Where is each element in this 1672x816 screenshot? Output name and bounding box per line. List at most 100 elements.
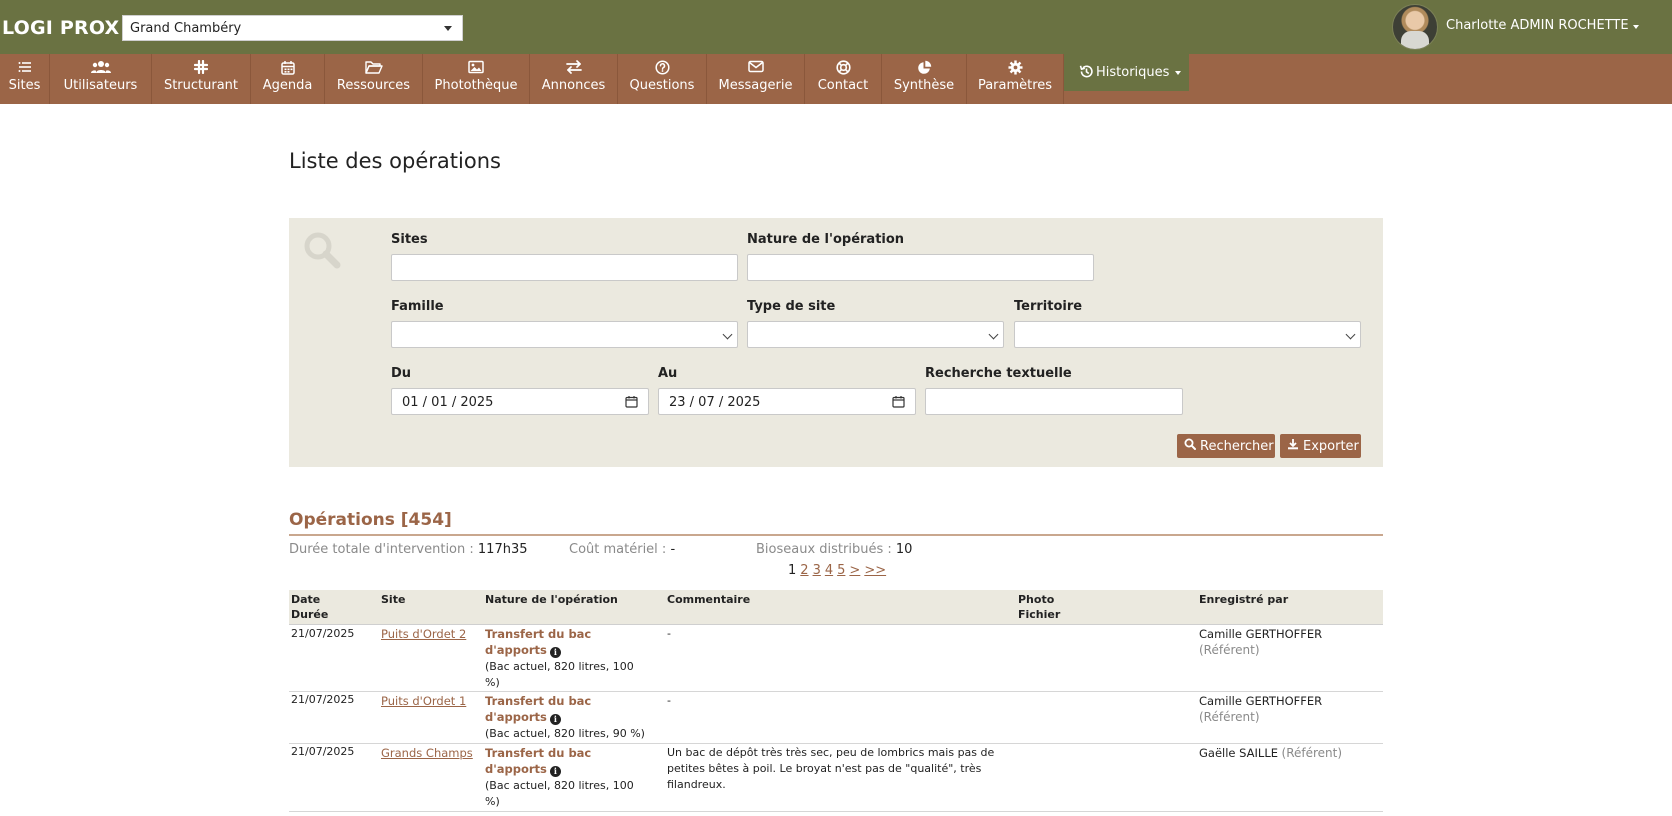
row-comment: - xyxy=(667,627,671,640)
top-bar: LOGI PROX - Grand Chambéry Charlotte ADM… xyxy=(0,0,1672,54)
info-icon[interactable]: i xyxy=(549,766,561,777)
column-date[interactable]: Date Durée xyxy=(291,592,328,622)
nav-item-synthese[interactable]: Synthèse xyxy=(882,54,967,104)
stat-cout-label: Coût matériel : xyxy=(569,542,667,557)
caret-down-icon xyxy=(1175,71,1181,75)
main-nav: Sites Utilisateurs Structurant Agenda Re… xyxy=(0,54,1672,104)
row-site-link[interactable]: Grands Champs xyxy=(381,745,473,762)
nav-label: Agenda xyxy=(262,78,313,93)
nav-item-ressources[interactable]: Ressources xyxy=(325,54,423,104)
folder-icon xyxy=(325,60,422,76)
calendar-icon[interactable] xyxy=(625,395,638,412)
history-icon xyxy=(1079,64,1094,83)
pie-chart-icon xyxy=(882,60,966,76)
nav-item-parametres[interactable]: Paramètres xyxy=(967,54,1064,104)
date-from-label: Du xyxy=(391,366,412,381)
info-icon[interactable]: i xyxy=(549,714,561,725)
nav-item-historiques[interactable]: Historiques xyxy=(1064,54,1189,91)
table-row: 21/07/2025 Puits d'Ordet 1 Transfert du … xyxy=(289,692,1383,744)
organization-select[interactable]: Grand Chambéry xyxy=(122,15,463,41)
row-nature: Transfert du bac d'apports i (Bac actuel,… xyxy=(485,746,634,808)
famille-label: Famille xyxy=(391,299,444,314)
text-search-input[interactable] xyxy=(925,388,1183,415)
type-site-select[interactable] xyxy=(747,321,1004,348)
nav-item-utilisateurs[interactable]: Utilisateurs xyxy=(50,54,152,104)
row-site-link[interactable]: Puits d'Ordet 1 xyxy=(381,693,466,710)
export-button-label: Exporter xyxy=(1303,438,1359,454)
pagination-last[interactable]: >> xyxy=(864,563,886,578)
stat-bioseaux-label: Bioseaux distribués : xyxy=(756,542,892,557)
pagination-link[interactable]: 5 xyxy=(837,563,845,578)
row-date: 21/07/2025 xyxy=(291,693,355,706)
row-user: Gaëlle SAILLE (Référent) xyxy=(1199,746,1343,760)
stat-duree-value: 117h35 xyxy=(477,542,528,557)
type-site-label: Type de site xyxy=(747,299,836,314)
divider xyxy=(289,534,1383,536)
question-icon xyxy=(618,60,706,76)
date-from-value: 01 / 01 / 2025 xyxy=(402,395,494,410)
app-brand[interactable]: LOGI PROX - xyxy=(2,17,134,39)
calendar-icon[interactable] xyxy=(892,395,905,412)
table-row: 21/07/2025 Grands Champs Transfert du ba… xyxy=(289,744,1383,812)
stat-cout-value: - xyxy=(670,542,676,557)
row-comment: Un bac de dépôt très très sec, peu de lo… xyxy=(667,746,995,791)
nav-item-messagerie[interactable]: Messagerie xyxy=(707,54,805,104)
nav-item-agenda[interactable]: Agenda xyxy=(251,54,325,104)
nav-label: Utilisateurs xyxy=(63,78,138,93)
nav-label: Historiques xyxy=(1096,65,1170,80)
date-to-label: Au xyxy=(658,366,678,381)
nature-input[interactable] xyxy=(747,254,1094,281)
nav-item-questions[interactable]: Questions xyxy=(618,54,707,104)
date-from-input[interactable]: 01 / 01 / 2025 xyxy=(391,388,649,415)
text-search-label: Recherche textuelle xyxy=(925,366,1072,381)
gear-icon xyxy=(967,60,1063,76)
export-button[interactable]: Exporter xyxy=(1280,434,1361,458)
nav-item-annonces[interactable]: Annonces xyxy=(530,54,618,104)
search-button[interactable]: Rechercher xyxy=(1177,434,1275,458)
row-date: 21/07/2025 xyxy=(291,745,355,758)
nav-label: Ressources xyxy=(336,78,411,93)
table-row: 21/07/2025 Puits d'Ordet 2 Transfert du … xyxy=(289,625,1383,692)
pagination-next[interactable]: > xyxy=(849,563,860,578)
stat-cout: Coût matériel : - xyxy=(569,542,675,557)
stat-bioseaux-value: 10 xyxy=(895,542,913,557)
famille-select[interactable] xyxy=(391,321,738,348)
territoire-label: Territoire xyxy=(1014,299,1083,314)
column-enregistre[interactable]: Enregistré par xyxy=(1199,592,1288,607)
column-commentaire[interactable]: Commentaire xyxy=(667,592,750,607)
chevron-down-icon xyxy=(722,329,733,340)
user-menu[interactable]: Charlotte ADMIN ROCHETTE xyxy=(1372,4,1672,50)
nav-item-structurant[interactable]: Structurant xyxy=(152,54,251,104)
pagination-link[interactable]: 2 xyxy=(800,563,808,578)
territoire-select[interactable] xyxy=(1014,321,1361,348)
table-header: Date Durée Site Nature de l'opération Com… xyxy=(289,590,1383,625)
nav-label: Sites xyxy=(8,78,41,93)
search-icon xyxy=(1184,438,1196,454)
nav-label: Photothèque xyxy=(434,78,518,93)
row-nature: Transfert du bac d'apports i (Bac actuel,… xyxy=(485,694,645,740)
organization-select-value: Grand Chambéry xyxy=(130,21,242,36)
nav-item-phototheque[interactable]: Photothèque xyxy=(423,54,530,104)
info-icon[interactable]: i xyxy=(549,647,561,658)
download-icon xyxy=(1287,438,1299,454)
nav-item-contact[interactable]: Contact xyxy=(805,54,882,104)
row-date: 21/07/2025 xyxy=(291,627,355,640)
nature-label: Nature de l'opération xyxy=(747,232,905,247)
row-comment: - xyxy=(667,694,671,707)
search-button-label: Rechercher xyxy=(1200,438,1274,454)
nav-item-sites[interactable]: Sites xyxy=(0,54,50,104)
search-panel: Sites Nature de l'opération Famille Type… xyxy=(289,218,1383,467)
date-to-input[interactable]: 23 / 07 / 2025 xyxy=(658,388,916,415)
nav-label: Questions xyxy=(629,78,695,93)
operations-title: Opérations [454] xyxy=(289,510,452,530)
column-nature[interactable]: Nature de l'opération xyxy=(485,592,618,607)
column-site[interactable]: Site xyxy=(381,592,405,607)
sites-input[interactable] xyxy=(391,254,738,281)
row-user: Camille GERTHOFFER (Référent) xyxy=(1199,627,1323,657)
date-to-value: 23 / 07 / 2025 xyxy=(669,395,761,410)
pagination-link[interactable]: 3 xyxy=(813,563,821,578)
row-site-link[interactable]: Puits d'Ordet 2 xyxy=(381,626,466,643)
lifebuoy-icon xyxy=(805,60,881,76)
column-photo[interactable]: Photo Fichier xyxy=(1018,592,1060,622)
pagination-link[interactable]: 4 xyxy=(825,563,833,578)
